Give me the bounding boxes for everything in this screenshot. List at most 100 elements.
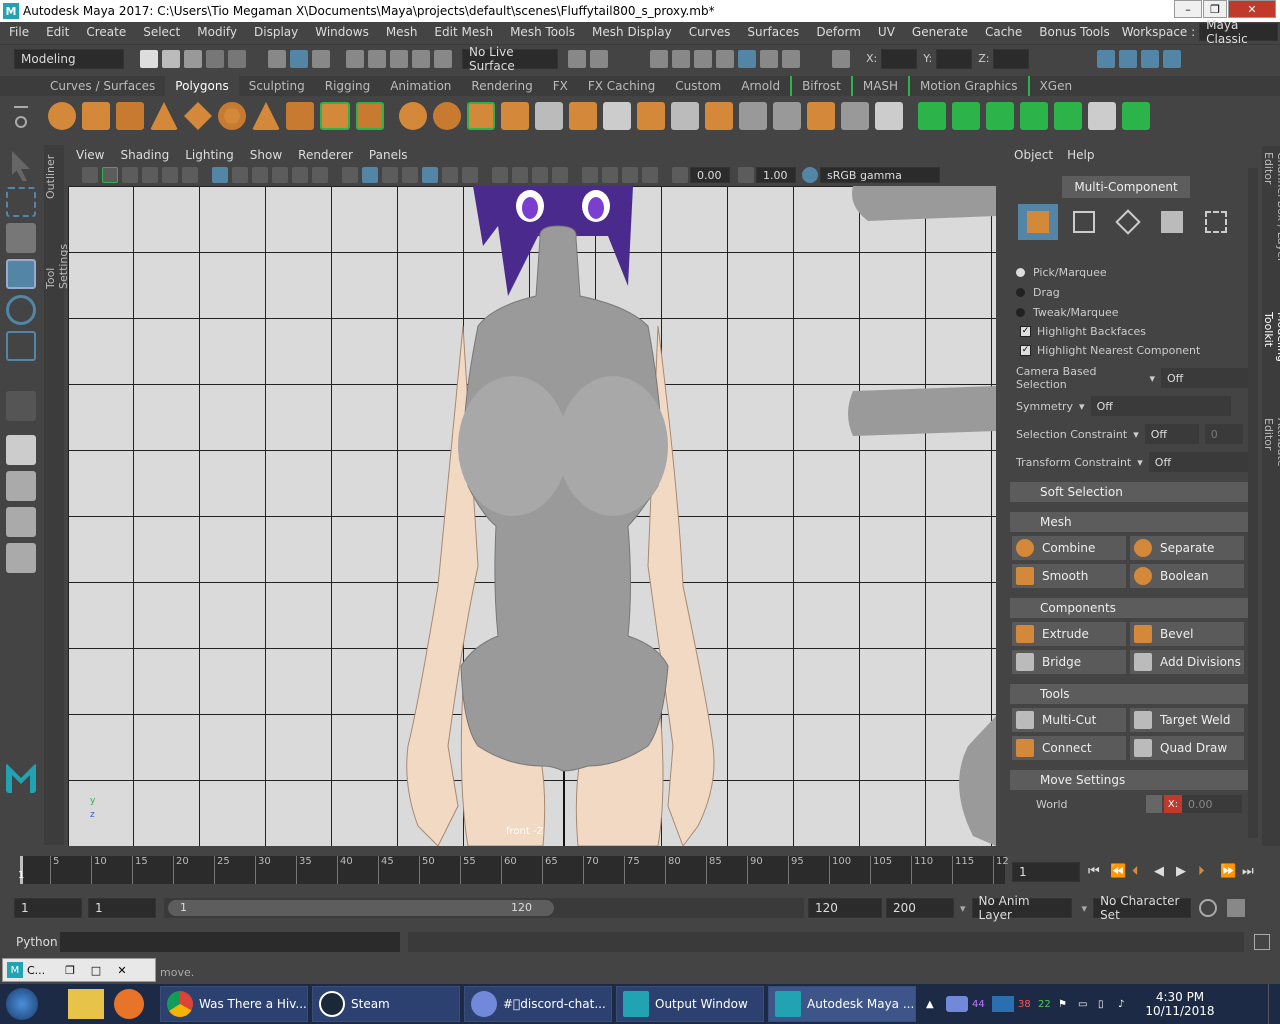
tab-motion-graphics[interactable]: Motion Graphics — [910, 76, 1030, 96]
safe-action-icon[interactable] — [642, 167, 658, 183]
camera-attributes-icon[interactable] — [102, 167, 118, 183]
play-forward-icon[interactable]: ▶ — [1176, 864, 1198, 879]
preferences-icon[interactable] — [1227, 899, 1246, 917]
open-scene-icon[interactable] — [162, 49, 180, 68]
tray-counter-2[interactable]: 38 — [1018, 999, 1038, 1010]
persp-outliner-layout-icon[interactable] — [6, 507, 36, 537]
workspace-dropdown[interactable]: Maya Classic — [1199, 18, 1278, 46]
poly-cube-icon[interactable] — [82, 102, 110, 130]
edge-mode-icon[interactable] — [1110, 204, 1146, 240]
tools-section-header[interactable]: Tools — [1010, 684, 1252, 704]
x-field[interactable] — [881, 48, 918, 69]
tab-sculpting[interactable]: Sculpting — [239, 76, 315, 96]
spherical-uv-icon[interactable] — [986, 102, 1014, 130]
move-x-field[interactable]: 0.00 — [1182, 795, 1242, 813]
textured-icon[interactable] — [362, 167, 378, 183]
film-gate-icon[interactable] — [182, 167, 198, 183]
taskbar-item-chrome[interactable]: Was There a Hiv... — [160, 986, 308, 1022]
highlight-nearest-checkbox[interactable]: ✓ Highlight Nearest Component — [1006, 341, 1256, 360]
menu-file[interactable]: File — [0, 25, 37, 39]
close-icon[interactable]: ✕ — [109, 964, 135, 977]
fill-hole-icon[interactable] — [875, 102, 903, 130]
bridge-button[interactable]: Bridge — [1012, 650, 1126, 674]
mirror-icon[interactable] — [467, 102, 495, 130]
lasso-tool-icon[interactable] — [6, 187, 36, 217]
face-mode-icon[interactable] — [1154, 204, 1190, 240]
tab-attribute-editor[interactable]: Attribute Editor — [1262, 412, 1280, 502]
smooth-button[interactable]: Smooth — [1012, 564, 1126, 588]
go-to-end-icon[interactable]: ⏭ — [1242, 864, 1264, 879]
tab-custom[interactable]: Custom — [665, 76, 731, 96]
object-mode-icon[interactable] — [1018, 204, 1058, 240]
toggle-modeling-toolkit-icon[interactable] — [1097, 49, 1116, 68]
select-hierarchy-icon[interactable] — [268, 49, 286, 68]
mesh-section-header[interactable]: Mesh — [1010, 512, 1252, 532]
panel-menu-show[interactable]: Show — [242, 148, 290, 162]
outliner-layout-icon[interactable] — [6, 543, 36, 573]
panel-menu-renderer[interactable]: Renderer — [290, 148, 361, 162]
extrude-icon[interactable] — [637, 102, 665, 130]
step-forward-key-icon[interactable]: ⏩ — [1220, 864, 1242, 879]
go-to-start-icon[interactable]: ⏮ — [1088, 864, 1110, 879]
cut-uv-icon[interactable] — [1054, 102, 1082, 130]
snap-curve-icon[interactable] — [368, 49, 386, 68]
image-plane-icon[interactable] — [142, 167, 158, 183]
redo-icon[interactable] — [228, 49, 246, 68]
start-button[interactable] — [0, 984, 44, 1024]
xray-active-icon[interactable] — [532, 167, 548, 183]
poly-pyramid-icon[interactable] — [252, 102, 280, 130]
vertex-mode-icon[interactable] — [1066, 204, 1102, 240]
menuset-dropdown[interactable]: Modeling — [14, 48, 124, 69]
toolkit-menu-object[interactable]: Object — [1006, 148, 1061, 162]
menu-select[interactable]: Select — [134, 25, 188, 39]
new-scene-icon[interactable] — [140, 49, 158, 68]
panel-menu-panels[interactable]: Panels — [361, 148, 416, 162]
panel-menu-shading[interactable]: Shading — [112, 148, 177, 162]
current-frame-field[interactable]: 1 — [1012, 862, 1080, 882]
menu-surfaces[interactable]: Surfaces — [738, 25, 807, 39]
viewport[interactable]: front -Z y z — [68, 186, 996, 846]
save-scene-icon[interactable] — [184, 49, 202, 68]
menu-cache[interactable]: Cache — [976, 25, 1030, 39]
target-weld-button[interactable]: Target Weld — [1130, 708, 1244, 732]
smooth-icon[interactable] — [501, 102, 529, 130]
floating-mesh-arm[interactable] — [848, 386, 996, 436]
shelf-tabs-menu-icon[interactable] — [14, 106, 28, 108]
combine-icon[interactable] — [399, 102, 427, 130]
animation-start-field[interactable]: 1 — [14, 898, 82, 918]
step-back-frame-icon[interactable]: ⏴ — [1132, 864, 1154, 879]
step-forward-frame-icon[interactable]: ⏵ — [1198, 864, 1220, 879]
extrude-button[interactable]: Extrude — [1012, 622, 1126, 646]
minimized-window[interactable]: M C... ❐ □ ✕ — [2, 958, 156, 982]
ipr-render-icon[interactable] — [694, 49, 712, 68]
menu-mesh-tools[interactable]: Mesh Tools — [501, 25, 583, 39]
y-field[interactable] — [936, 48, 973, 69]
tray-app-icon[interactable] — [992, 996, 1014, 1012]
move-tool-icon[interactable] — [6, 259, 36, 289]
poly-type-icon[interactable] — [320, 102, 350, 130]
combine-button[interactable]: Combine — [1012, 536, 1126, 560]
xray-icon[interactable] — [272, 167, 288, 183]
selection-constraint-field[interactable]: 0 — [1204, 424, 1243, 444]
render-view-icon[interactable] — [650, 49, 668, 68]
snap-point-icon[interactable] — [390, 49, 408, 68]
tab-modeling-toolkit[interactable]: Modeling Toolkit — [1262, 306, 1280, 402]
camera-lock-icon[interactable] — [552, 167, 568, 183]
menu-curves[interactable]: Curves — [680, 25, 739, 39]
toggle-attribute-editor-icon[interactable] — [1119, 49, 1138, 68]
action-center-flag-icon[interactable]: ⚑ — [1058, 999, 1078, 1010]
tweak-marquee-radio[interactable]: Tweak/Marquee — [1006, 302, 1256, 322]
tab-xgen[interactable]: XGen — [1030, 76, 1083, 96]
multi-cut-icon[interactable] — [603, 102, 631, 130]
reduce-icon[interactable] — [535, 102, 563, 130]
render-setup-icon[interactable] — [760, 49, 778, 68]
svg-icon[interactable] — [356, 102, 384, 130]
shelf-gear-icon[interactable] — [15, 116, 27, 128]
tab-bifrost[interactable]: Bifrost — [790, 76, 853, 96]
tab-curves-surfaces[interactable]: Curves / Surfaces — [40, 76, 165, 96]
light-editor-icon[interactable] — [782, 49, 800, 68]
single-perspective-layout-icon[interactable] — [6, 435, 36, 465]
menu-display[interactable]: Display — [245, 25, 306, 39]
time-ticks[interactable]: 5 10 15 20 25 30 35 40 45 50 55 60 65 70 75 80 85 90 95 100… — [18, 856, 1009, 884]
render-settings-icon[interactable] — [716, 49, 734, 68]
